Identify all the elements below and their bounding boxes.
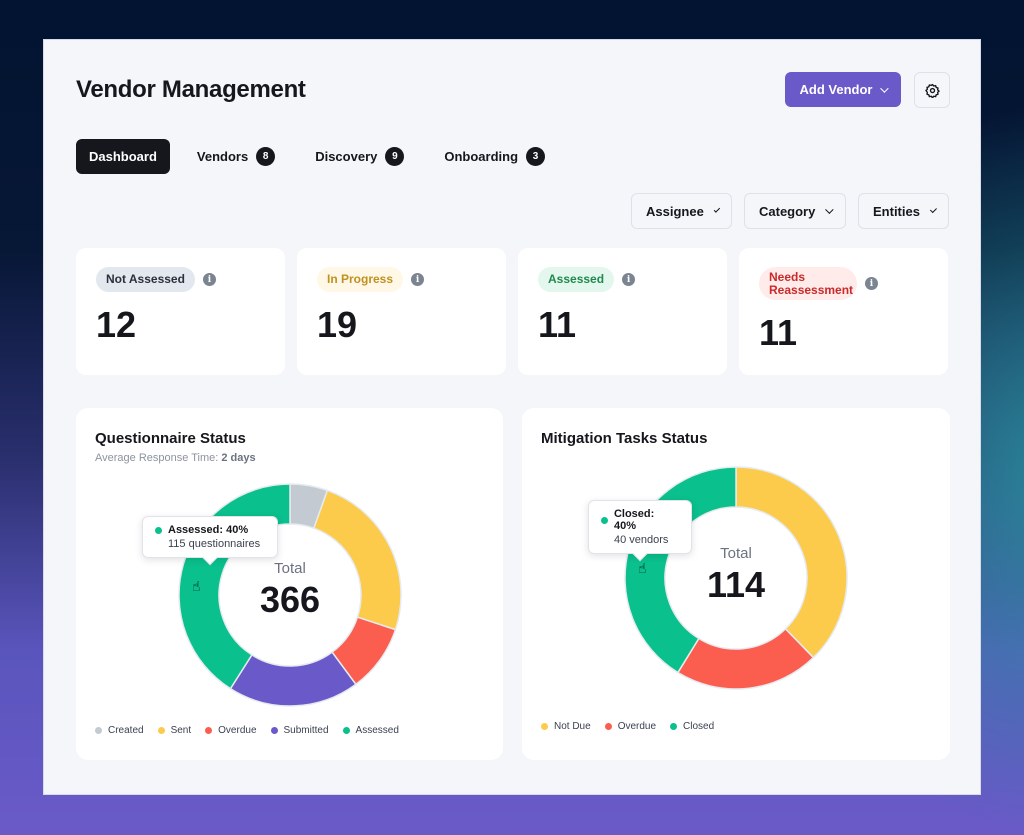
hand-cursor-icon: ☝ xyxy=(192,578,201,594)
legend-label: Closed xyxy=(683,721,715,732)
legend-dot xyxy=(604,723,612,730)
tab-label: Onboarding xyxy=(444,149,519,164)
legend-label: Overdue xyxy=(218,725,257,736)
legend-item[interactable]: Submitted xyxy=(270,725,329,736)
legend-label: Created xyxy=(108,725,144,736)
stat-value: 19 xyxy=(317,304,358,345)
tab-discovery[interactable]: Discovery 9 xyxy=(302,139,417,174)
chevron-down-icon xyxy=(880,83,890,93)
status-badge: Needs Reassessment xyxy=(759,267,857,300)
count-badge: 3 xyxy=(526,147,546,166)
category-filter-dropdown[interactable]: Category xyxy=(744,193,846,229)
tab-label: Vendors xyxy=(196,149,249,164)
mitigation-tasks-status-card: Mitigation Tasks Status Total 114 Closed… xyxy=(522,408,950,760)
chart-subtitle: Average Response Time: 2 days xyxy=(95,452,256,464)
legend-label: Sent xyxy=(170,725,192,736)
filter-label: Category xyxy=(759,203,816,219)
tab-bar: Dashboard Vendors 8 Discovery 9 Onboardi… xyxy=(76,139,572,174)
count-badge: 9 xyxy=(385,147,405,166)
filter-label: Entities xyxy=(873,203,920,219)
assignee-filter-dropdown[interactable]: Assignee xyxy=(631,193,732,229)
stat-card-in-progress[interactable]: In Progress i 19 xyxy=(297,248,506,375)
legend-item[interactable]: Sent xyxy=(157,725,192,736)
tooltip-title: Assessed: 40% xyxy=(168,524,249,536)
legend-item[interactable]: Created xyxy=(95,725,144,736)
chevron-down-icon xyxy=(929,206,937,214)
chart-legend: Created Sent Overdue Submitted Assessed xyxy=(95,725,399,736)
legend-item[interactable]: Closed xyxy=(670,721,714,732)
status-badge: In Progress xyxy=(317,267,404,292)
donut-center: Total 114 xyxy=(656,545,816,606)
legend-dot xyxy=(95,727,102,734)
center-value: 366 xyxy=(259,579,321,620)
legend-item[interactable]: Overdue xyxy=(205,725,257,736)
legend-item[interactable]: Overdue xyxy=(604,721,657,732)
entities-filter-dropdown[interactable]: Entities xyxy=(858,193,949,229)
legend-dot xyxy=(541,723,548,730)
filter-label: Assignee xyxy=(646,203,704,219)
chevron-down-icon xyxy=(713,206,721,213)
vendor-management-panel: Vendor Management Add Vendor Dashboard V… xyxy=(43,39,981,795)
stat-value: 11 xyxy=(759,312,798,353)
stat-value: 12 xyxy=(96,304,137,345)
center-label: Total xyxy=(274,560,306,577)
legend-dot xyxy=(157,727,165,734)
filter-bar: Assignee Category Entities xyxy=(631,193,949,229)
tab-vendors[interactable]: Vendors 8 xyxy=(184,139,288,174)
legend-label: Overdue xyxy=(617,721,657,732)
tooltip-detail: 115 questionnaires xyxy=(168,538,261,550)
stat-cards: Not Assessed i 12 In Progress i 19 Asses… xyxy=(76,248,948,375)
questionnaire-status-card: Questionnaire Status Average Response Ti… xyxy=(76,408,503,760)
tab-label: Dashboard xyxy=(89,149,157,164)
subtitle-value: 2 days xyxy=(221,452,256,464)
stat-value: 11 xyxy=(538,304,577,345)
legend-label: Submitted xyxy=(283,725,329,736)
page-title: Vendor Management xyxy=(76,76,306,103)
legend-item[interactable]: Assessed xyxy=(342,725,399,736)
count-badge: 8 xyxy=(256,147,276,166)
legend-dot xyxy=(270,727,278,734)
status-badge: Assessed xyxy=(538,267,615,292)
legend-dot xyxy=(670,723,678,730)
stat-card-needs-reassessment[interactable]: Needs Reassessment i 11 xyxy=(739,248,948,375)
center-value: 114 xyxy=(706,564,766,605)
tooltip-dot xyxy=(601,516,608,524)
add-vendor-button[interactable]: Add Vendor xyxy=(785,72,901,107)
stat-card-not-assessed[interactable]: Not Assessed i 12 xyxy=(76,248,285,375)
add-vendor-label: Add Vendor xyxy=(799,82,873,97)
settings-button[interactable] xyxy=(914,72,950,108)
tab-dashboard[interactable]: Dashboard xyxy=(76,139,170,174)
info-icon[interactable]: i xyxy=(411,273,425,286)
tooltip-dot xyxy=(155,526,162,534)
subtitle-label: Average Response Time: xyxy=(95,452,219,464)
chart-tooltip: Closed: 40% 40 vendors xyxy=(588,500,692,554)
tab-onboarding[interactable]: Onboarding 3 xyxy=(431,139,558,174)
tab-label: Discovery xyxy=(315,149,378,164)
info-icon[interactable]: i xyxy=(202,273,216,286)
tooltip-detail: 40 vendors xyxy=(614,534,669,546)
chart-title: Mitigation Tasks Status xyxy=(541,430,708,447)
chevron-down-icon xyxy=(825,205,834,214)
legend-item[interactable]: Not Due xyxy=(541,721,591,732)
legend-dot xyxy=(342,727,350,734)
donut-center: Total 366 xyxy=(210,560,370,621)
info-icon[interactable]: i xyxy=(865,277,878,290)
legend-label: Assessed xyxy=(355,725,399,736)
chart-legend: Not Due Overdue Closed xyxy=(541,721,714,732)
status-badge: Not Assessed xyxy=(96,267,195,292)
stat-card-assessed[interactable]: Assessed i 11 xyxy=(518,248,727,375)
chart-tooltip: Assessed: 40% 115 questionnaires xyxy=(142,516,278,558)
legend-dot xyxy=(205,727,213,734)
tooltip-title: Closed: 40% xyxy=(613,508,655,532)
hand-cursor-icon: ☝ xyxy=(638,560,647,576)
legend-label: Not Due xyxy=(554,721,591,732)
chart-title: Questionnaire Status xyxy=(95,430,246,447)
gear-icon xyxy=(924,83,940,98)
info-icon[interactable]: i xyxy=(622,273,636,286)
